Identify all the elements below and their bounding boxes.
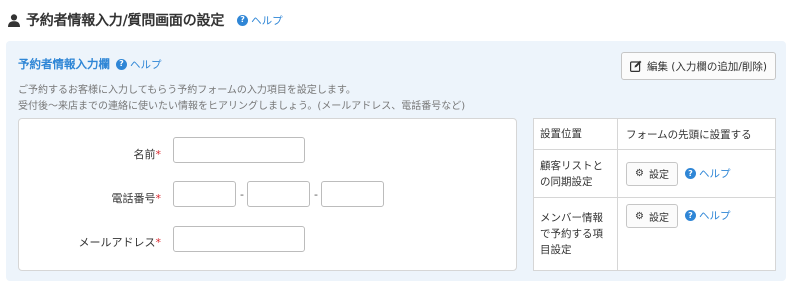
- help-link-label: ヘルプ: [251, 14, 283, 27]
- gear-icon: ⚙: [635, 210, 644, 222]
- name-field-label: 名前*: [134, 146, 162, 162]
- phone-field-label: 電話番号*: [112, 190, 162, 206]
- sync-label: 顧客リストとの同期設定: [534, 150, 618, 197]
- member-help-link[interactable]: ? ヘルプ: [684, 208, 731, 223]
- required-mark: *: [155, 236, 162, 249]
- user-icon: [8, 13, 20, 27]
- section-title-row: 予約者情報入力欄 ? ヘルプ: [18, 56, 162, 72]
- phone-input-2[interactable]: [247, 181, 310, 207]
- sync-help-link[interactable]: ? ヘルプ: [684, 166, 731, 181]
- edit-icon: [629, 60, 642, 72]
- page-title: 予約者情報入力/質問画面の設定: [26, 13, 225, 29]
- name-label-text: 名前: [133, 148, 156, 161]
- setting-button-label: 設定: [648, 212, 669, 224]
- email-input[interactable]: [173, 226, 305, 252]
- required-mark: *: [155, 148, 162, 161]
- position-row: 設置位置 フォームの先頭に設置する: [534, 119, 775, 150]
- position-value: フォームの先頭に設置する: [626, 128, 752, 141]
- required-mark: *: [155, 192, 162, 205]
- sync-setting-button[interactable]: ⚙ 設定: [626, 161, 678, 186]
- setting-button-label: 設定: [648, 170, 669, 181]
- member-cell: ⚙ 設定 ? ヘルプ: [618, 198, 775, 270]
- reservation-info-panel: 予約者情報入力欄 ? ヘルプ 編集 (入力欄の追加/削除) ご予約するお客様に入…: [6, 41, 786, 281]
- phone-separator: -: [240, 188, 244, 201]
- help-link-label: ヘルプ: [130, 58, 162, 71]
- phone-input-1[interactable]: [173, 181, 236, 207]
- help-icon: ?: [684, 210, 696, 221]
- member-label: メンバー情報で予約する項目設定: [534, 198, 618, 270]
- phone-input-3[interactable]: [321, 181, 384, 207]
- help-icon: ?: [116, 58, 127, 70]
- page-help-link[interactable]: ? ヘルプ: [237, 13, 283, 28]
- help-icon: ?: [237, 14, 249, 26]
- help-icon: ?: [684, 168, 696, 179]
- member-row: メンバー情報で予約する項目設定 ⚙ 設定 ? ヘルプ: [534, 198, 775, 270]
- section-help-link[interactable]: ? ヘルプ: [116, 57, 162, 72]
- settings-table: 設置位置 フォームの先頭に設置する 顧客リストとの同期設定 ⚙ 設定 ? ヘルプ…: [533, 118, 776, 271]
- gear-icon: ⚙: [635, 168, 644, 179]
- name-input[interactable]: [173, 137, 305, 163]
- phone-label-text: 電話番号: [111, 192, 156, 205]
- position-label: 設置位置: [534, 119, 618, 149]
- help-link-label: ヘルプ: [698, 168, 731, 180]
- help-link-label: ヘルプ: [698, 210, 731, 222]
- form-preview: 名前* 電話番号* - - メールアドレス*: [18, 118, 517, 271]
- phone-separator: -: [314, 188, 318, 201]
- sync-row: 顧客リストとの同期設定 ⚙ 設定 ? ヘルプ: [534, 150, 775, 198]
- email-field-label: メールアドレス*: [79, 234, 162, 250]
- page-header: 予約者情報入力/質問画面の設定 ? ヘルプ: [8, 9, 283, 31]
- email-label-text: メールアドレス: [78, 236, 156, 249]
- member-setting-button[interactable]: ⚙ 設定: [626, 204, 678, 228]
- section-description-2: 受付後〜来店までの連絡に使いたい情報をヒアリングしましょう。(メールアドレス、電…: [18, 101, 466, 112]
- edit-fields-button[interactable]: 編集 (入力欄の追加/削除): [621, 52, 776, 80]
- section-title: 予約者情報入力欄: [18, 57, 110, 71]
- section-description-1: ご予約するお客様に入力してもらう予約フォームの入力項目を設定します。: [18, 85, 356, 96]
- edit-fields-button-label: 編集 (入力欄の追加/削除): [646, 60, 768, 73]
- sync-cell: ⚙ 設定 ? ヘルプ: [618, 150, 775, 197]
